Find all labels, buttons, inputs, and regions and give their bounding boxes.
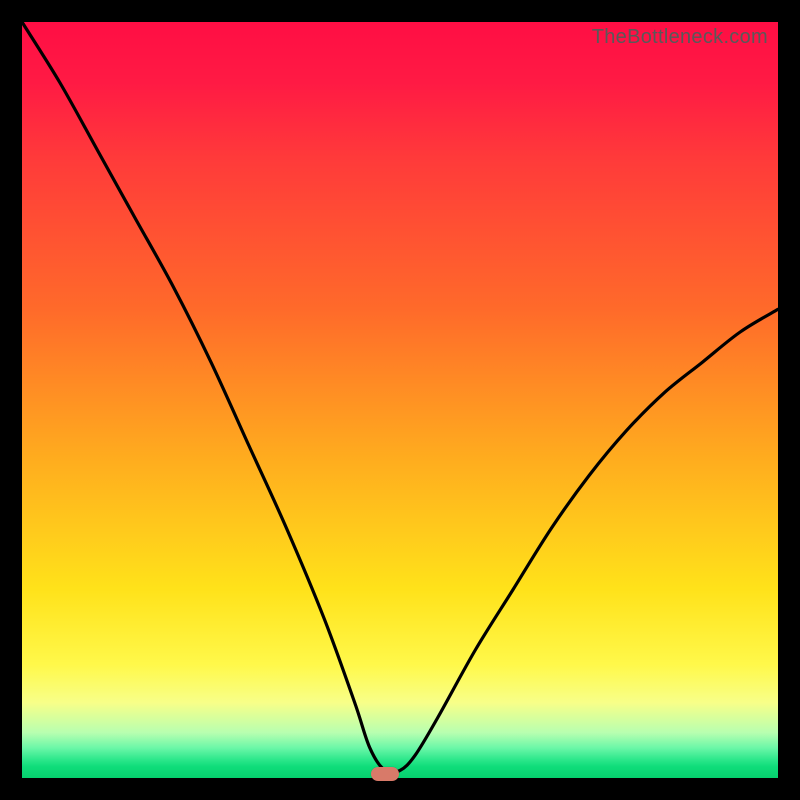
- bottleneck-curve: [22, 22, 778, 778]
- curve-path: [22, 22, 778, 773]
- chart-stage: TheBottleneck.com: [0, 0, 800, 800]
- optimal-point-marker: [371, 767, 399, 781]
- plot-area: TheBottleneck.com: [22, 22, 778, 778]
